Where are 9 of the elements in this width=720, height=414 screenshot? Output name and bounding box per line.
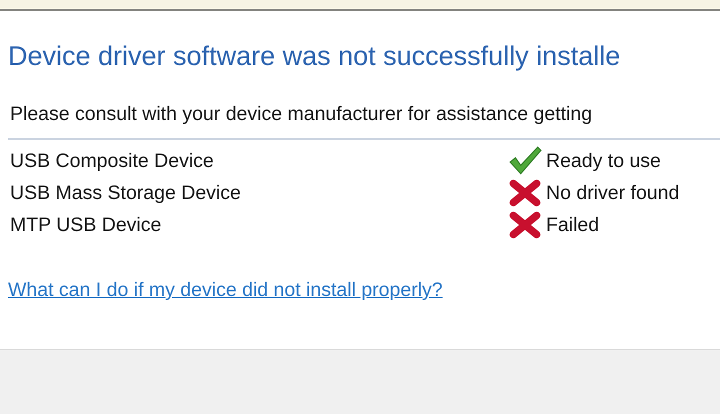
device-status: Failed [546,214,600,236]
message-text: Please consult with your device manufacturer for assistance getting [9,102,594,126]
device-status: No driver found [546,182,680,204]
dialog-heading: Device driver software was not successfully installe [8,40,622,73]
device-name: MTP USB Device [9,214,162,236]
device-name: USB Mass Storage Device [9,182,242,204]
device-status: Ready to use [546,150,661,172]
device-name: USB Composite Device [9,150,215,172]
help-link[interactable]: What can I do if my device did not install properly? [8,279,443,301]
